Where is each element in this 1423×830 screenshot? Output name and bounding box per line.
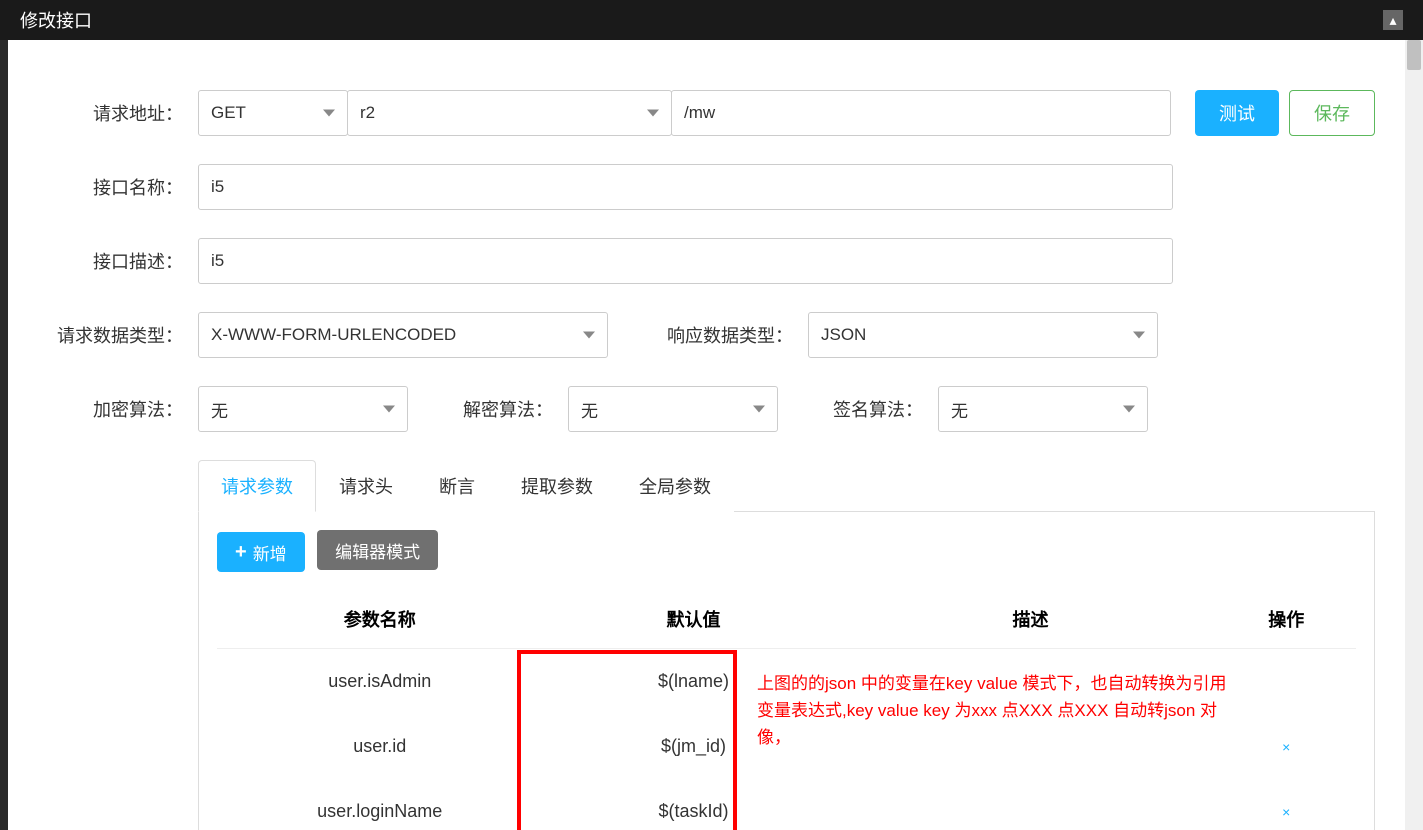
- th-default-value: 默认值: [542, 590, 844, 649]
- th-param-name: 参数名称: [217, 590, 542, 649]
- label-encrypt: 加密算法：: [38, 396, 198, 422]
- select-host[interactable]: r2: [347, 90, 672, 136]
- label-resp-data-type: 响应数据类型：: [608, 322, 808, 348]
- close-icon[interactable]: ▴: [1383, 10, 1403, 30]
- main-form-panel: 请求地址： GET r2 /mw 测试 保存 接口名称： i5 接口描述： i5…: [8, 40, 1405, 830]
- row-algorithms: 加密算法： 无 解密算法： 无 签名算法： 无: [38, 386, 1375, 432]
- select-req-data-type[interactable]: X-WWW-FORM-URLENCODED: [198, 312, 608, 358]
- select-resp-data-type[interactable]: JSON: [808, 312, 1158, 358]
- cell-param-name[interactable]: user.id: [217, 714, 542, 779]
- label-decrypt: 解密算法：: [408, 396, 568, 422]
- input-interface-desc[interactable]: i5: [198, 238, 1173, 284]
- table-row: user.loginName $(taskId) ×: [217, 779, 1356, 830]
- th-operation: 操作: [1217, 590, 1357, 649]
- cell-param-name[interactable]: user.isAdmin: [217, 649, 542, 715]
- row-data-types: 请求数据类型： X-WWW-FORM-URLENCODED 响应数据类型： JS…: [38, 312, 1375, 358]
- delete-icon[interactable]: ×: [1282, 804, 1290, 820]
- select-decrypt[interactable]: 无: [568, 386, 778, 432]
- select-sign[interactable]: 无: [938, 386, 1148, 432]
- dialog-title-bar: 修改接口 ▴: [0, 0, 1423, 40]
- tab-extract-params[interactable]: 提取参数: [498, 460, 616, 512]
- label-interface-name: 接口名称：: [38, 174, 198, 200]
- row-interface-name: 接口名称： i5: [38, 164, 1375, 210]
- row-interface-desc: 接口描述： i5: [38, 238, 1375, 284]
- annotation-text: 上图的的json 中的变量在key value 模式下，也自动转换为引用变量表达…: [757, 670, 1237, 752]
- editor-mode-button[interactable]: 编辑器模式: [317, 530, 438, 570]
- scrollbar-vertical[interactable]: [1405, 40, 1423, 830]
- tabs-container: 请求参数 请求头 断言 提取参数 全局参数 + 新增 编辑器模式 参数名称 默认…: [198, 460, 1375, 830]
- tab-assertions[interactable]: 断言: [416, 460, 498, 512]
- scrollbar-thumb[interactable]: [1407, 40, 1421, 70]
- dialog-title: 修改接口: [20, 7, 92, 33]
- label-req-data-type: 请求数据类型：: [38, 322, 198, 348]
- tab-content: + 新增 编辑器模式 参数名称 默认值 描述 操作: [198, 512, 1375, 830]
- row-request-url: 请求地址： GET r2 /mw 测试 保存: [38, 90, 1375, 136]
- tab-global-params[interactable]: 全局参数: [616, 460, 734, 512]
- cell-param-name[interactable]: user.loginName: [217, 779, 542, 830]
- plus-icon: +: [235, 541, 247, 564]
- cell-default-value[interactable]: $(taskId): [542, 779, 844, 830]
- cell-operation: ×: [1217, 779, 1357, 830]
- select-http-method[interactable]: GET: [198, 90, 348, 136]
- cell-operation: ×: [1217, 714, 1357, 779]
- test-button[interactable]: 测试: [1195, 90, 1279, 136]
- label-request-url: 请求地址：: [38, 100, 198, 126]
- input-interface-name[interactable]: i5: [198, 164, 1173, 210]
- select-encrypt[interactable]: 无: [198, 386, 408, 432]
- cell-description[interactable]: [845, 779, 1217, 830]
- th-description: 描述: [845, 590, 1217, 649]
- save-button[interactable]: 保存: [1289, 90, 1375, 136]
- input-path[interactable]: /mw: [671, 90, 1171, 136]
- add-param-button[interactable]: + 新增: [217, 532, 305, 572]
- tab-request-params[interactable]: 请求参数: [198, 460, 316, 512]
- label-sign: 签名算法：: [778, 396, 938, 422]
- tab-request-headers[interactable]: 请求头: [316, 460, 416, 512]
- delete-icon[interactable]: ×: [1282, 739, 1290, 755]
- cell-operation: [1217, 649, 1357, 715]
- label-interface-desc: 接口描述：: [38, 248, 198, 274]
- tab-list: 请求参数 请求头 断言 提取参数 全局参数: [198, 460, 1375, 512]
